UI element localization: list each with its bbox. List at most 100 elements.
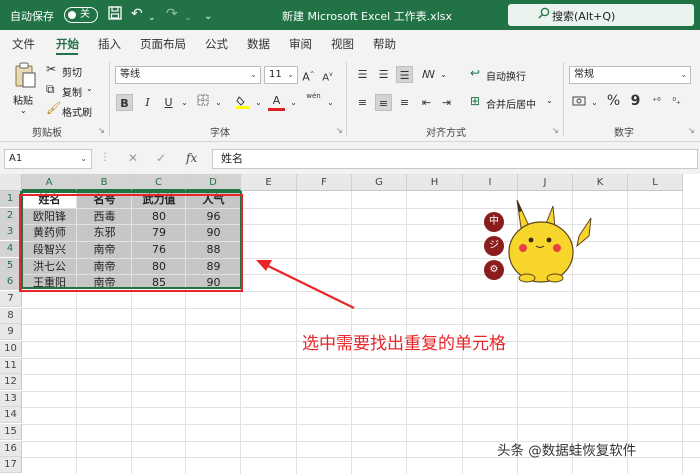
row-header-13[interactable]: 13: [0, 390, 22, 407]
align-top-icon[interactable]: ☰: [354, 66, 371, 83]
column-header-i[interactable]: I: [463, 174, 518, 191]
title-bar: 自动保存 关 ↶ ⌄ ↷ ⌄ ⌄ 新建 Microsoft Excel 工作表.…: [0, 0, 700, 30]
percent-button[interactable]: %: [605, 93, 622, 110]
alignment-launcher-icon[interactable]: ↘: [552, 126, 559, 135]
column-header-f[interactable]: F: [297, 174, 352, 191]
redo-dropdown-icon[interactable]: ⌄: [184, 10, 192, 26]
currency-dropdown-icon[interactable]: ⌄: [586, 94, 603, 111]
row-header-10[interactable]: 10: [0, 340, 22, 357]
copy-icon: ⧉: [46, 82, 55, 96]
tab-page-layout[interactable]: 页面布局: [140, 36, 186, 52]
copy-dropdown-icon[interactable]: ⌄: [86, 84, 93, 93]
sticker-badge: ⚙: [484, 260, 504, 280]
column-header-a[interactable]: A: [22, 174, 77, 191]
row-header-14[interactable]: 14: [0, 407, 22, 424]
redo-icon[interactable]: ↷: [166, 6, 178, 22]
enter-icon[interactable]: ✓: [156, 151, 166, 165]
align-left-icon[interactable]: ≡: [354, 94, 371, 111]
insert-function-icon[interactable]: fx: [186, 151, 197, 165]
align-right-icon[interactable]: ≡: [396, 94, 413, 111]
column-header-l[interactable]: L: [628, 174, 683, 191]
worksheet-grid[interactable]: ABCDEFGHIJKL 1 2 3 4 5 6 7 8 9 10 11 12 13 14 15 16 17 姓…: [0, 174, 700, 474]
increase-indent-icon[interactable]: ⇥: [438, 94, 455, 111]
increase-decimal-icon[interactable]: ⁺⁰: [648, 94, 665, 111]
row-header-12[interactable]: 12: [0, 374, 22, 391]
pikachu-sticker-icon: [508, 199, 592, 283]
tab-data[interactable]: 数据: [247, 36, 270, 52]
row-header-9[interactable]: 9: [0, 324, 22, 341]
align-middle-icon[interactable]: ☰: [375, 66, 392, 83]
row-header-11[interactable]: 11: [0, 357, 22, 374]
decrease-indent-icon[interactable]: ⇤: [418, 94, 435, 111]
tab-review[interactable]: 审阅: [289, 36, 312, 52]
column-header-b[interactable]: B: [77, 174, 132, 191]
align-bottom-icon[interactable]: ☰: [396, 66, 413, 83]
borders-icon[interactable]: [194, 94, 211, 111]
font-size-select[interactable]: 11 ⌄: [264, 66, 298, 84]
column-header-h[interactable]: H: [407, 174, 463, 191]
merge-center-button[interactable]: 合并后居中: [486, 96, 536, 111]
column-header-c[interactable]: C: [132, 174, 186, 191]
row-header-17[interactable]: 17: [0, 457, 22, 474]
paste-button[interactable]: 粘贴 ⌄: [8, 62, 42, 118]
tab-formulas[interactable]: 公式: [205, 36, 228, 52]
italic-button[interactable]: I: [139, 94, 156, 111]
column-header-d[interactable]: D: [186, 174, 241, 191]
borders-dropdown-icon[interactable]: ⌄: [210, 94, 227, 111]
formula-input[interactable]: 姓名: [212, 149, 698, 169]
decrease-decimal-icon[interactable]: ⁰₊: [668, 94, 685, 111]
undo-dropdown-icon[interactable]: ⌄: [148, 10, 156, 26]
sticker-badge: 中: [484, 212, 504, 232]
fill-color-icon[interactable]: [234, 94, 251, 111]
highlight-box: [19, 194, 243, 292]
increase-font-icon[interactable]: A^: [300, 66, 317, 84]
tab-view[interactable]: 视图: [331, 36, 354, 52]
phonetic-icon[interactable]: wén: [305, 92, 322, 109]
phonetic-dropdown-icon[interactable]: ⌄: [322, 94, 339, 111]
number-launcher-icon[interactable]: ↘: [688, 126, 695, 135]
select-all-button[interactable]: [0, 174, 22, 191]
clipboard-launcher-icon[interactable]: ↘: [98, 126, 105, 135]
wrap-text-button[interactable]: 自动换行: [486, 68, 526, 83]
fill-dropdown-icon[interactable]: ⌄: [250, 94, 267, 111]
tab-insert[interactable]: 插入: [98, 36, 121, 52]
decrease-font-icon[interactable]: Av: [319, 66, 336, 83]
currency-icon[interactable]: [570, 94, 587, 111]
autosave-toggle[interactable]: 关: [64, 7, 98, 23]
row-header-16[interactable]: 16: [0, 440, 22, 457]
merge-dropdown-icon[interactable]: ⌄: [546, 96, 553, 105]
row-header-15[interactable]: 15: [0, 424, 22, 441]
column-header-j[interactable]: J: [518, 174, 573, 191]
align-center-icon[interactable]: ≡: [375, 94, 392, 111]
tab-home[interactable]: 开始: [56, 36, 79, 52]
font-color-dropdown-icon[interactable]: ⌄: [285, 94, 302, 111]
search-box[interactable]: 搜索(Alt+Q): [508, 4, 694, 26]
column-header-e[interactable]: E: [241, 174, 297, 191]
font-group-label: 字体: [210, 128, 230, 139]
row-header-7[interactable]: 7: [0, 290, 22, 307]
column-header-k[interactable]: K: [573, 174, 628, 191]
font-name-select[interactable]: 等线 ⌄: [115, 66, 261, 84]
gridline: [627, 191, 628, 474]
customize-toolbar-icon[interactable]: ⌄: [204, 9, 212, 25]
save-icon[interactable]: [108, 6, 122, 24]
tab-help[interactable]: 帮助: [373, 36, 396, 52]
comma-style-button[interactable]: 9: [627, 93, 644, 110]
copy-button[interactable]: 复制: [62, 84, 82, 99]
format-painter-button[interactable]: 格式刷: [62, 104, 92, 119]
cut-button[interactable]: 剪切: [62, 64, 82, 79]
number-format-select[interactable]: 常规 ⌄: [569, 66, 691, 84]
tab-file[interactable]: 文件: [12, 36, 35, 52]
cancel-icon[interactable]: ✕: [128, 151, 138, 165]
gridline: [22, 307, 700, 309]
underline-button[interactable]: U: [160, 94, 177, 111]
bold-button[interactable]: B: [116, 94, 133, 111]
font-launcher-icon[interactable]: ↘: [336, 126, 343, 135]
name-box[interactable]: A1 ⌄: [4, 149, 92, 169]
row-header-8[interactable]: 8: [0, 307, 22, 324]
font-color-icon[interactable]: A: [268, 92, 285, 111]
orientation-dropdown-icon[interactable]: ⌄: [435, 66, 452, 83]
undo-icon[interactable]: ↶: [131, 6, 143, 22]
column-header-g[interactable]: G: [352, 174, 407, 191]
underline-dropdown-icon[interactable]: ⌄: [176, 94, 193, 111]
